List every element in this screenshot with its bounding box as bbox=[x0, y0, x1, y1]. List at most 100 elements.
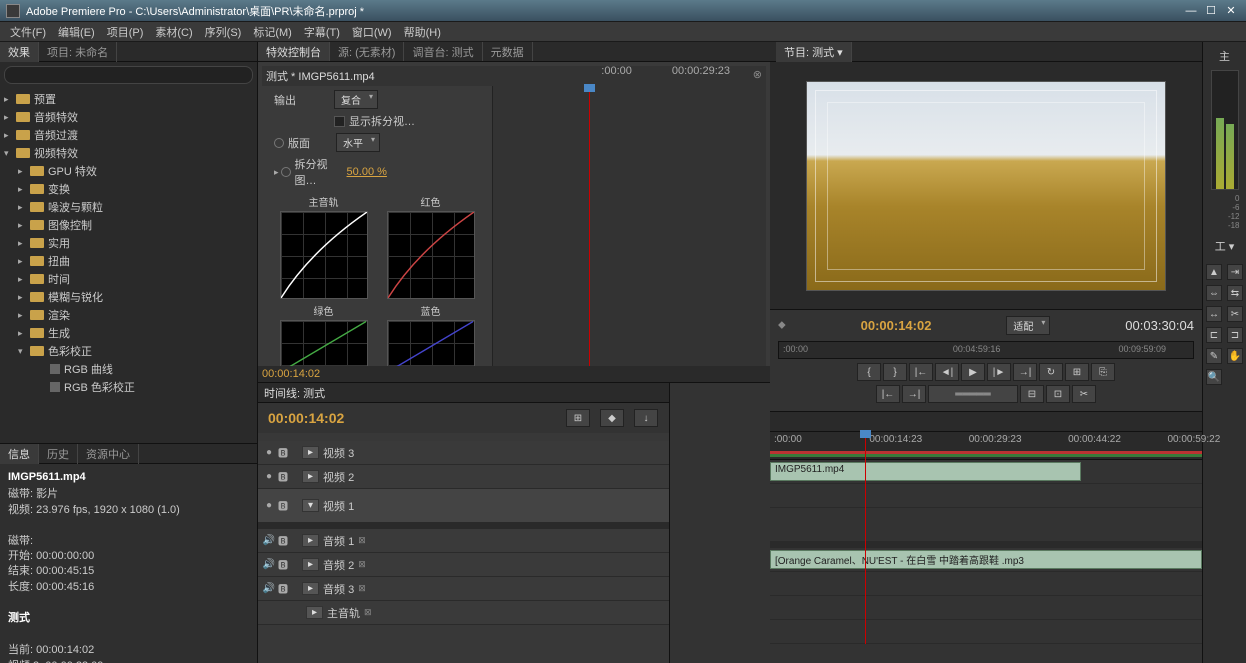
track-master-header[interactable]: ▸ 主音轨 ⊠ bbox=[258, 601, 669, 625]
go-out-button[interactable]: →| bbox=[1013, 363, 1037, 381]
track-expand[interactable]: ▸ bbox=[302, 558, 319, 571]
track-a3-lane[interactable] bbox=[770, 596, 1202, 620]
show-split-checkbox[interactable] bbox=[334, 116, 345, 127]
maximize-button[interactable]: ☐ bbox=[1202, 4, 1220, 18]
track-select-tool[interactable]: ⇥ bbox=[1227, 264, 1243, 280]
output-dropdown[interactable]: 复合 bbox=[334, 90, 378, 109]
tree-item-rgb-curves[interactable]: RGB 曲线 bbox=[0, 360, 257, 378]
pen-tool[interactable]: ✎ bbox=[1206, 348, 1222, 364]
out-point-button[interactable]: } bbox=[883, 363, 907, 381]
tab-program[interactable]: 节目: 测式 ▾ bbox=[776, 42, 852, 62]
track-v1-header[interactable]: ● 🅱 ▾ 视频 1 bbox=[258, 489, 669, 523]
menu-sequence[interactable]: 序列(S) bbox=[199, 22, 248, 42]
tab-effects[interactable]: 效果 bbox=[0, 42, 39, 62]
track-a1-lane[interactable]: [Orange Caramel、NU'EST - 在白雪 中踏着高跟鞋 .mp3 bbox=[770, 548, 1202, 572]
go-in-button[interactable]: |← bbox=[909, 363, 933, 381]
effects-search-input[interactable] bbox=[4, 66, 253, 84]
tab-source[interactable]: 源: (无素材) bbox=[330, 42, 404, 61]
curve-green[interactable]: 绿色 bbox=[272, 303, 375, 372]
tab-resource[interactable]: 资源中心 bbox=[78, 444, 139, 464]
timeline-playhead-line[interactable] bbox=[865, 432, 866, 644]
track-v1-lane[interactable] bbox=[770, 508, 1202, 542]
tree-folder-generate[interactable]: ▸生成 bbox=[0, 324, 257, 342]
tree-folder-presets[interactable]: ▸预置 bbox=[0, 90, 257, 108]
track-v3-lane[interactable]: IMGP5611.mp4 bbox=[770, 460, 1202, 484]
hand-tool[interactable]: ✋ bbox=[1227, 348, 1243, 364]
tree-folder-util[interactable]: ▸实用 bbox=[0, 234, 257, 252]
track-v2-lane[interactable] bbox=[770, 484, 1202, 508]
curve-master[interactable]: 主音轨 bbox=[272, 194, 375, 299]
slip-tool[interactable]: ⊏ bbox=[1206, 327, 1222, 343]
track-a2-lane[interactable] bbox=[770, 572, 1202, 596]
lock-icon[interactable]: 🅱 bbox=[276, 445, 290, 460]
track-master-lane[interactable] bbox=[770, 620, 1202, 644]
program-monitor[interactable] bbox=[770, 62, 1202, 309]
tab-history[interactable]: 历史 bbox=[39, 444, 78, 464]
speaker-icon[interactable]: 🔊 bbox=[262, 559, 276, 570]
timeline-ruler[interactable]: :00:00 00:00:14:23 00:00:29:23 00:00:44:… bbox=[770, 432, 1202, 460]
menu-edit[interactable]: 编辑(E) bbox=[52, 22, 101, 42]
lock-icon[interactable]: 🅱 bbox=[276, 581, 290, 596]
track-expand[interactable]: ▸ bbox=[302, 534, 319, 547]
program-ruler[interactable]: :00:00 00:04:59:16 00:09:59:09 bbox=[778, 341, 1194, 359]
track-expand[interactable]: ▸ bbox=[306, 606, 323, 619]
tree-folder-time[interactable]: ▸时间 bbox=[0, 270, 257, 288]
keyframe-toggle[interactable] bbox=[281, 167, 291, 177]
curve-blue[interactable]: 蓝色 bbox=[379, 303, 482, 372]
curve-red[interactable]: 红色 bbox=[379, 194, 482, 299]
play-button[interactable]: ▶ bbox=[961, 363, 985, 381]
track-a3-header[interactable]: 🔊 🅱 ▸ 音频 3 ⊠ bbox=[258, 577, 669, 601]
track-expand[interactable]: ▸ bbox=[302, 470, 319, 483]
rate-tool[interactable]: ↔ bbox=[1206, 306, 1222, 322]
tree-folder-audio-fx[interactable]: ▸音频特效 bbox=[0, 108, 257, 126]
tab-metadata[interactable]: 元数据 bbox=[483, 42, 533, 61]
tree-folder-render[interactable]: ▸渲染 bbox=[0, 306, 257, 324]
tree-folder-video-fx[interactable]: ▾视频特效 bbox=[0, 144, 257, 162]
lock-icon[interactable]: 🅱 bbox=[276, 557, 290, 572]
lock-icon[interactable]: 🅱 bbox=[276, 498, 290, 513]
speaker-icon[interactable]: 🔊 bbox=[262, 535, 276, 546]
track-expand[interactable]: ▾ bbox=[302, 499, 319, 512]
tree-folder-image[interactable]: ▸图像控制 bbox=[0, 216, 257, 234]
clip-a1[interactable]: [Orange Caramel、NU'EST - 在白雪 中踏着高跟鞋 .mp3 bbox=[770, 550, 1202, 569]
menu-marker[interactable]: 标记(M) bbox=[247, 22, 298, 42]
eye-icon[interactable]: ● bbox=[262, 447, 276, 458]
menu-file[interactable]: 文件(F) bbox=[4, 22, 52, 42]
export-frame-button[interactable]: ⎘ bbox=[1091, 363, 1115, 381]
razor-tool[interactable]: ✂ bbox=[1227, 306, 1243, 322]
tree-folder-distort[interactable]: ▸扭曲 bbox=[0, 252, 257, 270]
lift-button[interactable]: ⊟ bbox=[1020, 385, 1044, 403]
zoom-tool[interactable]: 🔍 bbox=[1206, 369, 1222, 385]
marker-button[interactable]: ◆ bbox=[600, 409, 624, 427]
tab-info[interactable]: 信息 bbox=[0, 444, 39, 464]
tree-folder-gpu[interactable]: ▸GPU 特效 bbox=[0, 162, 257, 180]
timeline-tracks[interactable]: IMGP5611.mp4 [Orange Caramel、NU'EST - 在白… bbox=[770, 460, 1202, 644]
keyframe-toggle[interactable] bbox=[274, 138, 284, 148]
timeline-timecode[interactable]: 00:00:14:02 bbox=[268, 410, 344, 426]
minimize-button[interactable]: — bbox=[1182, 4, 1200, 18]
trim-button[interactable]: ✂ bbox=[1072, 385, 1096, 403]
track-a2-header[interactable]: 🔊 🅱 ▸ 音频 2 ⊠ bbox=[258, 553, 669, 577]
menu-help[interactable]: 帮助(H) bbox=[398, 22, 447, 42]
settings-button[interactable]: ↓ bbox=[634, 409, 658, 427]
slide-tool[interactable]: ⊐ bbox=[1227, 327, 1243, 343]
layout-dropdown[interactable]: 水平 bbox=[336, 133, 380, 152]
zoom-dropdown[interactable]: 适配 bbox=[1006, 316, 1050, 335]
effect-timecode[interactable]: 00:00:14:02 bbox=[262, 368, 320, 380]
track-v3-header[interactable]: ● 🅱 ▸ 视频 3 bbox=[258, 441, 669, 465]
tab-project[interactable]: 项目: 未命名 bbox=[39, 42, 117, 62]
selection-tool[interactable]: ▲ bbox=[1206, 264, 1222, 280]
split-pct-value[interactable]: 50.00 % bbox=[347, 166, 387, 178]
tree-folder-noise[interactable]: ▸噪波与颗粒 bbox=[0, 198, 257, 216]
step-back-button[interactable]: ◄| bbox=[935, 363, 959, 381]
speaker-icon[interactable]: 🔊 bbox=[262, 583, 276, 594]
effect-playhead[interactable] bbox=[589, 86, 590, 378]
program-cur-tc[interactable]: 00:00:14:02 bbox=[861, 318, 932, 333]
track-v2-header[interactable]: ● 🅱 ▸ 视频 2 bbox=[258, 465, 669, 489]
ripple-tool[interactable]: ⇔ bbox=[1206, 285, 1222, 301]
safe-margin-button[interactable]: ⊞ bbox=[1065, 363, 1089, 381]
tree-folder-color[interactable]: ▾色彩校正 bbox=[0, 342, 257, 360]
in-point-button[interactable]: { bbox=[857, 363, 881, 381]
extract-button[interactable]: ⊡ bbox=[1046, 385, 1070, 403]
eye-icon[interactable]: ● bbox=[262, 500, 276, 511]
